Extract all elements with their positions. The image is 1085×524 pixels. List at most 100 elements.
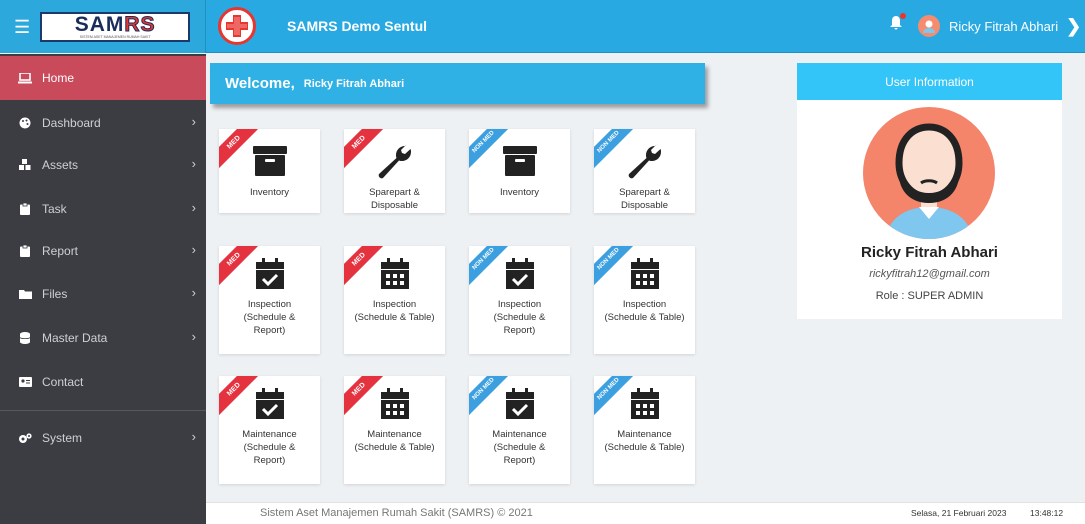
- user-menu[interactable]: Ricky Fitrah Abhari ❯: [918, 15, 1081, 37]
- chevron-right-icon: ❯: [1066, 15, 1082, 36]
- menu-tile-label-line: Inspection: [247, 299, 292, 310]
- address-card-icon: [18, 376, 32, 388]
- user-information-title: User Information: [797, 63, 1062, 100]
- menu-tile-label-line: Inspection: [622, 299, 667, 310]
- menu-tile-label: Sparepart & Disposable: [344, 186, 445, 212]
- user-menu-name: Ricky Fitrah Abhari: [949, 18, 1059, 34]
- cogs-icon: [18, 432, 32, 444]
- sidebar-item-label: Home: [42, 71, 75, 85]
- menu-tile-label: Maintenance (Schedule & Report): [469, 428, 570, 467]
- menu-tile-label-line: (Schedule &: [493, 442, 546, 453]
- sidebar-item-label: Files: [42, 287, 68, 301]
- avatar: [918, 15, 940, 37]
- chevron-right-icon: ›: [191, 200, 196, 215]
- logo-accent-text: RS: [124, 12, 156, 36]
- sidebar-item-home[interactable]: Home: [0, 56, 206, 100]
- menu-tile[interactable]: NON MED Maintenance (Schedule & Table): [594, 376, 695, 484]
- menu-tile-label-line: Inspection: [372, 299, 417, 310]
- menu-tile-label-line: Report): [253, 455, 286, 466]
- sidebar-item-files[interactable]: Files ›: [0, 272, 206, 316]
- hospital-logo-icon: [218, 7, 256, 45]
- sidebar-item-label: Task: [42, 202, 67, 216]
- sidebar-item-label: Master Data: [42, 331, 108, 345]
- chevron-right-icon: ›: [191, 285, 196, 300]
- palette-icon: [18, 117, 32, 129]
- laptop-icon: [18, 72, 32, 84]
- menu-tile-label-line: Maintenance: [367, 429, 422, 440]
- hamburger-menu-icon[interactable]: ☰: [14, 18, 30, 36]
- menu-tile[interactable]: NON MED Inspection (Schedule & Table): [594, 246, 695, 354]
- menu-tile-label-line: Report): [503, 325, 536, 336]
- sidebar-item-task[interactable]: Task ›: [0, 187, 206, 231]
- sidebar-item-report[interactable]: Report ›: [0, 229, 206, 273]
- menu-tile-label-line: Maintenance: [617, 429, 672, 440]
- menu-tile[interactable]: MED Maintenance (Schedule & Report): [219, 376, 320, 484]
- footer: Sistem Aset Manajemen Rumah Sakit (SAMRS…: [206, 502, 1085, 524]
- hospital-name: SAMRS Demo Sentul: [287, 18, 428, 34]
- clipboard-icon: [18, 245, 32, 257]
- user-info-name: Ricky Fitrah Abhari: [861, 244, 998, 261]
- menu-tile-label: Inspection (Schedule & Report): [469, 298, 570, 337]
- sidebar-item-contact[interactable]: Contact: [0, 360, 206, 404]
- folder-icon: [18, 288, 32, 300]
- menu-tile-label-line: Report): [253, 325, 286, 336]
- menu-tile-label-line: Disposable: [621, 200, 668, 211]
- menu-tile[interactable]: MED Inventory: [219, 129, 320, 213]
- menu-tile-label-line: Inspection: [497, 299, 542, 310]
- menu-tile-label-line: Report): [503, 455, 536, 466]
- menu-tile-label-line: Inventory: [249, 187, 290, 198]
- menu-tile[interactable]: NON MED Inventory: [469, 129, 570, 213]
- chevron-right-icon: ›: [191, 429, 196, 444]
- menu-tile-label-line: Disposable: [371, 200, 418, 211]
- menu-tile[interactable]: MED Inspection (Schedule & Table): [344, 246, 445, 354]
- menu-tile-label: Inspection (Schedule & Table): [594, 298, 695, 324]
- menu-tile[interactable]: NON MED Maintenance (Schedule & Report): [469, 376, 570, 484]
- sidebar-item-system[interactable]: System ›: [0, 416, 206, 460]
- logo-subtitle: SISTEM ASET MANAJEMEN RUMAH SAKIT: [79, 34, 151, 39]
- welcome-banner: Welcome, Ricky Fitrah Abhari: [210, 63, 705, 104]
- sidebar-item-label: System: [42, 431, 83, 445]
- brand-area: ☰ SAMRS SISTEM ASET MANAJEMEN RUMAH SAKI…: [0, 0, 206, 53]
- menu-tile-label-line: Inventory: [499, 187, 540, 198]
- menu-tile[interactable]: MED Maintenance (Schedule & Table): [344, 376, 445, 484]
- sidebar-divider: [0, 410, 206, 411]
- menu-tile[interactable]: NON MED Inspection (Schedule & Report): [469, 246, 570, 354]
- sidebar-item-dashboard[interactable]: Dashboard ›: [0, 101, 206, 145]
- user-avatar: [863, 107, 995, 239]
- menu-tile-label: Inspection (Schedule & Table): [344, 298, 445, 324]
- menu-tile-label: Maintenance (Schedule & Table): [594, 428, 695, 454]
- menu-tile-label: Sparepart & Disposable: [594, 186, 695, 212]
- menu-tile-label-line: (Schedule & Table): [354, 442, 435, 453]
- sidebar: Home Dashboard › Assets › Task › Report …: [0, 54, 206, 524]
- menu-tile-label: Inspection (Schedule & Report): [219, 298, 320, 337]
- sidebar-item-assets[interactable]: Assets ›: [0, 143, 206, 187]
- footer-time: 13:48:12: [1030, 508, 1064, 518]
- chevron-right-icon: ›: [191, 114, 196, 129]
- notification-bell-icon[interactable]: [890, 13, 906, 33]
- cubes-icon: [18, 159, 32, 171]
- menu-tile-label-line: (Schedule & Table): [604, 442, 685, 453]
- menu-tile-label-line: Maintenance: [492, 429, 547, 440]
- menu-tile-label-line: (Schedule &: [493, 312, 546, 323]
- clipboard-icon: [18, 203, 32, 215]
- user-info-email: rickyfitrah12@gmail.com: [869, 268, 990, 280]
- sidebar-item-master-data[interactable]: Master Data ›: [0, 316, 206, 360]
- menu-tile[interactable]: MED Sparepart & Disposable: [344, 129, 445, 213]
- sidebar-item-label: Report: [42, 244, 79, 258]
- menu-tile[interactable]: NON MED Sparepart & Disposable: [594, 129, 695, 213]
- database-icon: [18, 332, 32, 344]
- menu-tile[interactable]: MED Inspection (Schedule & Report): [219, 246, 320, 354]
- menu-tile-label-line: Maintenance: [242, 429, 297, 440]
- top-bar: ☰ SAMRS SISTEM ASET MANAJEMEN RUMAH SAKI…: [0, 0, 1085, 53]
- logo-main-text: SAM: [74, 12, 125, 36]
- user-info-role: Role : SUPER ADMIN: [875, 290, 984, 302]
- menu-tile-label-line: (Schedule &: [243, 442, 296, 453]
- menu-tile-label: Maintenance (Schedule & Report): [219, 428, 320, 467]
- chevron-right-icon: ›: [191, 242, 196, 257]
- menu-tile-label-line: (Schedule & Table): [354, 312, 435, 323]
- welcome-greeting: Welcome,: [225, 75, 295, 92]
- samrs-logo[interactable]: SAMRS SISTEM ASET MANAJEMEN RUMAH SAKIT: [40, 11, 191, 42]
- notification-dot: [900, 13, 906, 19]
- menu-tile-label: Maintenance (Schedule & Table): [344, 428, 445, 454]
- menu-tile-label-line: Sparepart &: [619, 187, 670, 198]
